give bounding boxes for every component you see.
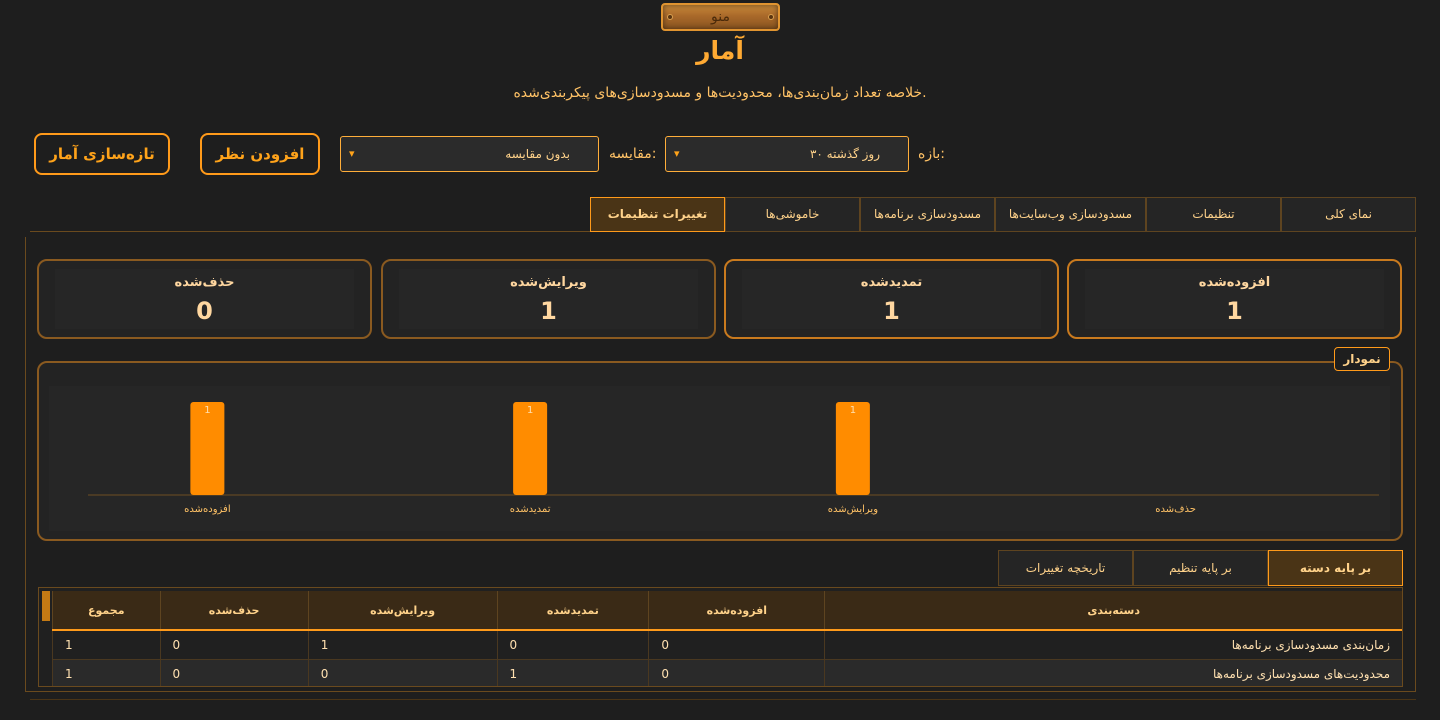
rivet-icon (768, 14, 774, 20)
tab-app-blocking[interactable]: مسدودسازی برنامه‌ها (860, 197, 995, 232)
x-tick-label: افزوده‌شده (184, 504, 230, 515)
stat-card-title: حذف‌شده (174, 275, 235, 290)
tab-blackouts[interactable]: خاموشی‌ها (725, 197, 860, 232)
scrollbar-thumb[interactable] (42, 591, 50, 621)
footer-divider (30, 699, 1416, 700)
chart-section-label: نمودار (1334, 347, 1390, 371)
tab-settings[interactable]: تنظیمات (1146, 197, 1281, 232)
subtab-by-setting[interactable]: بر پایه تنظیم (1133, 550, 1268, 586)
range-label: بازه: (918, 146, 945, 162)
range-select[interactable]: روز گذشته ۳۰ ▾ (665, 136, 909, 172)
table-cell: 0 (496, 630, 649, 660)
x-tick-label: حذف‌شده (1155, 504, 1196, 515)
dropdown-arrow-icon: ▾ (349, 147, 355, 160)
table-row[interactable]: زمان‌بندی مسدودسازی برنامه‌ها 0 0 1 0 1 (52, 630, 1402, 660)
stat-card-extended: تمدیدشده 1 (724, 259, 1059, 339)
column-header-added[interactable]: افزوده‌شده (648, 591, 825, 631)
table-cell: 1 (307, 630, 498, 660)
compare-select[interactable]: بدون مقایسه ▾ (340, 136, 599, 172)
column-header-extended[interactable]: تمدیدشده (496, 591, 649, 631)
table-header-row: دسته‌بندی افزوده‌شده تمدیدشده ویرایش‌شده… (52, 591, 1402, 631)
column-header-category[interactable]: دسته‌بندی (824, 591, 1402, 631)
table-row[interactable]: محدودیت‌های مسدودسازی برنامه‌ها 0 1 0 0 … (52, 659, 1402, 686)
table-cell: زمان‌بندی مسدودسازی برنامه‌ها (824, 630, 1402, 660)
stat-card-deleted: حذف‌شده 0 (37, 259, 372, 339)
range-value: روز گذشته ۳۰ (809, 147, 880, 161)
tab-overview[interactable]: نمای کلی (1281, 197, 1416, 232)
compare-label: مقایسه: (609, 146, 657, 162)
stat-card-title: تمدیدشده (860, 275, 923, 290)
rivet-icon (667, 14, 673, 20)
column-header-edited[interactable]: ویرایش‌شده (307, 591, 498, 631)
table-cell: 0 (159, 659, 309, 686)
tab-website-blocking[interactable]: مسدودسازی وب‌سایت‌ها (995, 197, 1146, 232)
dropdown-arrow-icon: ▾ (674, 147, 680, 160)
table-cell: 0 (159, 630, 309, 660)
table-cell: 1 (52, 659, 161, 686)
subtab-change-history[interactable]: تاریخچه تغییرات (998, 550, 1133, 586)
stats-table: دسته‌بندی افزوده‌شده تمدیدشده ویرایش‌شده… (52, 591, 1402, 686)
stats-table-container: دسته‌بندی افزوده‌شده تمدیدشده ویرایش‌شده… (38, 587, 1403, 687)
tab-settings-changes[interactable]: تغییرات تنظیمات (590, 197, 725, 232)
bar-chart: 1 افزوده‌شده 1 تمدیدشده 1 ویرایش‌شده حذف‌شده (49, 386, 1390, 531)
stat-card-value: 1 (1226, 297, 1243, 325)
stat-card-title: افزوده‌شده (1198, 275, 1271, 290)
x-tick-label: تمدیدشده (510, 504, 551, 515)
column-header-total[interactable]: مجموع (52, 591, 161, 631)
column-header-deleted[interactable]: حذف‌شده (159, 591, 309, 631)
subtab-by-category[interactable]: بر پایه دسته (1268, 550, 1403, 586)
stat-card-value: 1 (883, 297, 900, 325)
stat-card-title: ویرایش‌شده (510, 275, 587, 290)
stat-card-value: 1 (540, 297, 557, 325)
stat-card-edited: ویرایش‌شده 1 (381, 259, 716, 339)
add-feedback-button[interactable]: افزودن نظر (200, 133, 320, 175)
x-tick-label: ویرایش‌شده (828, 504, 878, 515)
table-cell: 0 (648, 630, 825, 660)
page-subtitle: خلاصه تعداد زمان‌بندی‌ها، محدودیت‌ها و م… (513, 85, 927, 101)
menu-label: منو (711, 9, 730, 25)
table-cell: محدودیت‌های مسدودسازی برنامه‌ها (824, 659, 1402, 686)
compare-value: بدون مقایسه (505, 147, 570, 161)
bar-value-label: 1 (204, 405, 210, 416)
table-cell: 1 (52, 630, 161, 660)
bar-value-label: 1 (850, 405, 856, 416)
table-cell: 0 (307, 659, 498, 686)
table-cell: 1 (496, 659, 649, 686)
stat-card-value: 0 (196, 297, 213, 325)
bar-value-label: 1 (527, 405, 533, 416)
table-cell: 0 (648, 659, 825, 686)
stat-card-added: افزوده‌شده 1 (1067, 259, 1402, 339)
refresh-stats-button[interactable]: تازه‌سازی آمار (34, 133, 170, 175)
page-title: آمار (696, 36, 744, 65)
menu-button[interactable]: منو (661, 3, 780, 31)
